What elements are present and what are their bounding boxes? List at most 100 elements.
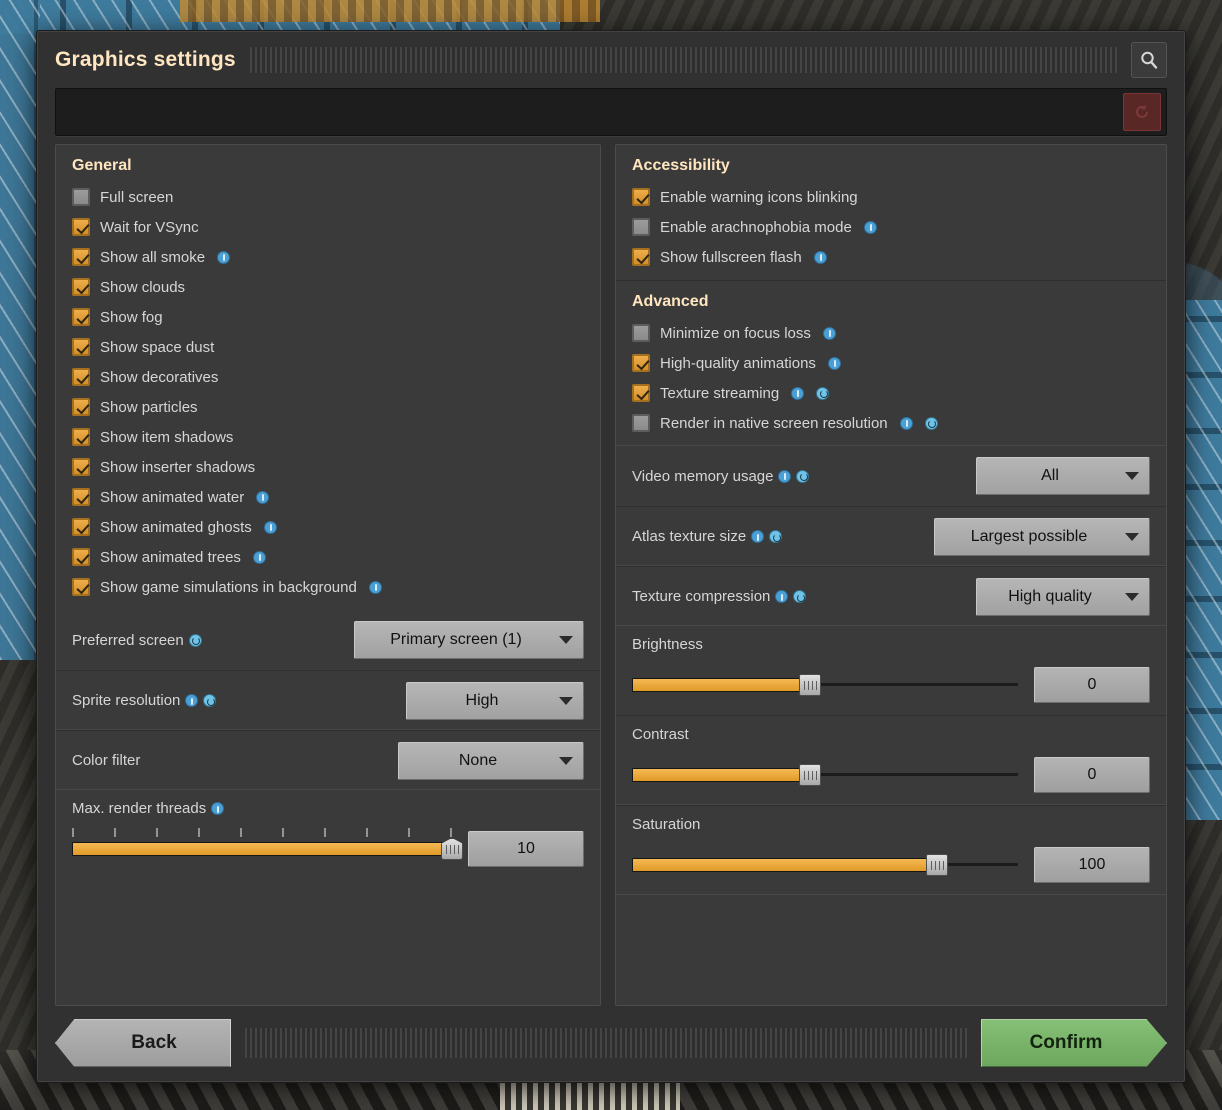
- info-icon[interactable]: [185, 694, 199, 707]
- slider-label: Contrast: [632, 726, 1150, 743]
- slider-control[interactable]: [632, 764, 1018, 786]
- dropdown-button[interactable]: High: [406, 681, 584, 720]
- checkbox-row[interactable]: Show all smoke: [56, 242, 600, 272]
- checkbox-checked-icon[interactable]: [632, 248, 650, 266]
- reset-to-default-button[interactable]: [1123, 93, 1161, 131]
- chevron-down-icon: [1125, 472, 1139, 480]
- checkbox-unchecked-icon[interactable]: [72, 188, 90, 206]
- dropdown-label-text: Video memory usage: [632, 467, 774, 485]
- checkbox-row[interactable]: Wait for VSync: [56, 212, 600, 242]
- info-icon[interactable]: [899, 416, 913, 430]
- checkbox-checked-icon[interactable]: [632, 188, 650, 206]
- slider-value-input[interactable]: 100: [1034, 847, 1150, 883]
- info-icon[interactable]: [822, 326, 836, 340]
- checkbox-row[interactable]: Show clouds: [56, 272, 600, 302]
- checkbox-checked-icon[interactable]: [72, 548, 90, 566]
- checkbox-unchecked-icon[interactable]: [632, 218, 650, 236]
- checkbox-checked-icon[interactable]: [72, 488, 90, 506]
- restart-required-icon[interactable]: [203, 694, 217, 707]
- info-icon[interactable]: [813, 250, 827, 264]
- confirm-button[interactable]: Confirm: [981, 1019, 1167, 1067]
- checkbox-checked-icon[interactable]: [72, 248, 90, 266]
- info-icon[interactable]: [778, 469, 792, 483]
- info-icon[interactable]: [263, 520, 277, 534]
- slider-label-text: Max. render threads: [72, 800, 207, 817]
- slider-ticks: [72, 828, 452, 837]
- restart-required-icon[interactable]: [924, 416, 938, 430]
- info-icon[interactable]: [252, 550, 266, 564]
- slider-handle[interactable]: [798, 764, 821, 786]
- checkbox-checked-icon[interactable]: [72, 338, 90, 356]
- checkbox-row[interactable]: Show animated water: [56, 482, 600, 512]
- dropdown-button[interactable]: All: [976, 457, 1150, 495]
- checkbox-row[interactable]: Minimize on focus loss: [616, 318, 1166, 348]
- restart-required-icon[interactable]: [796, 469, 810, 483]
- info-icon[interactable]: [217, 250, 231, 264]
- slider-handle[interactable]: [925, 854, 948, 876]
- background-solar-panels-left: [0, 0, 40, 660]
- slider-control[interactable]: [72, 828, 463, 860]
- checkbox-checked-icon[interactable]: [72, 458, 90, 476]
- checkbox-row[interactable]: Render in native screen resolution: [616, 408, 1166, 438]
- slider-label-text: Brightness: [632, 636, 703, 653]
- checkbox-unchecked-icon[interactable]: [632, 324, 650, 342]
- checkbox-row[interactable]: High-quality animations: [616, 348, 1166, 378]
- checkbox-row[interactable]: Enable arachnophobia mode: [616, 212, 1166, 242]
- info-icon[interactable]: [751, 530, 765, 543]
- checkbox-unchecked-icon[interactable]: [632, 414, 650, 432]
- checkbox-row[interactable]: Show animated trees: [56, 542, 600, 572]
- dropdown-button[interactable]: Largest possible: [934, 517, 1150, 556]
- checkbox-checked-icon[interactable]: [72, 278, 90, 296]
- back-button[interactable]: Back: [55, 1019, 231, 1067]
- checkbox-checked-icon[interactable]: [72, 308, 90, 326]
- slider-value-input[interactable]: 10: [468, 831, 584, 867]
- search-bar-row[interactable]: [55, 88, 1167, 136]
- checkbox-row[interactable]: Show inserter shadows: [56, 452, 600, 482]
- checkbox-checked-icon[interactable]: [72, 218, 90, 236]
- info-icon[interactable]: [863, 220, 877, 234]
- dropdown-button[interactable]: High quality: [976, 577, 1150, 616]
- slider-control[interactable]: [632, 854, 1018, 876]
- dropdown-value: None: [458, 751, 498, 769]
- checkbox-checked-icon[interactable]: [72, 428, 90, 446]
- slider-value-input[interactable]: 0: [1034, 667, 1150, 703]
- info-icon[interactable]: [256, 490, 270, 504]
- left-dropdown-rows: Preferred screen Primary screen (1) Sprite…: [56, 610, 600, 790]
- checkbox-row[interactable]: Enable warning icons blinking: [616, 182, 1166, 212]
- checkbox-checked-icon[interactable]: [72, 578, 90, 596]
- checkbox-row[interactable]: Show particles: [56, 392, 600, 422]
- checkbox-row[interactable]: Show animated ghosts: [56, 512, 600, 542]
- checkbox-checked-icon[interactable]: [72, 518, 90, 536]
- dropdown-button[interactable]: Primary screen (1): [354, 621, 584, 659]
- dropdown-button[interactable]: None: [398, 741, 584, 780]
- slider-value-input[interactable]: 0: [1034, 757, 1150, 793]
- dropdown-label: Texture compression: [632, 588, 976, 605]
- restart-required-icon[interactable]: [816, 386, 830, 400]
- checkbox-row[interactable]: Texture streaming: [616, 378, 1166, 408]
- checkbox-row[interactable]: Show decoratives: [56, 362, 600, 392]
- dropdown-row: Video memory usage All: [616, 446, 1166, 506]
- checkbox-row[interactable]: Show fog: [56, 302, 600, 332]
- checkbox-checked-icon[interactable]: [632, 384, 650, 402]
- titlebar-drag-handle[interactable]: [249, 46, 1117, 73]
- info-icon[interactable]: [775, 590, 789, 603]
- slider-label-text: Contrast: [632, 726, 689, 743]
- checkbox-checked-icon[interactable]: [72, 398, 90, 416]
- checkbox-checked-icon[interactable]: [72, 368, 90, 386]
- info-icon[interactable]: [211, 802, 225, 815]
- restart-required-icon[interactable]: [769, 530, 783, 543]
- search-button[interactable]: [1131, 41, 1167, 78]
- info-icon[interactable]: [827, 356, 841, 370]
- slider-handle[interactable]: [798, 674, 821, 696]
- info-icon[interactable]: [368, 580, 382, 594]
- restart-required-icon[interactable]: [188, 633, 202, 647]
- info-icon[interactable]: [791, 386, 805, 400]
- checkbox-checked-icon[interactable]: [632, 354, 650, 372]
- checkbox-row[interactable]: Show item shadows: [56, 422, 600, 452]
- checkbox-row[interactable]: Show game simulations in background: [56, 572, 600, 602]
- checkbox-row[interactable]: Show fullscreen flash: [616, 242, 1166, 272]
- restart-required-icon[interactable]: [793, 590, 807, 603]
- slider-control[interactable]: [632, 674, 1018, 696]
- checkbox-row[interactable]: Show space dust: [56, 332, 600, 362]
- checkbox-row[interactable]: Full screen: [56, 182, 600, 212]
